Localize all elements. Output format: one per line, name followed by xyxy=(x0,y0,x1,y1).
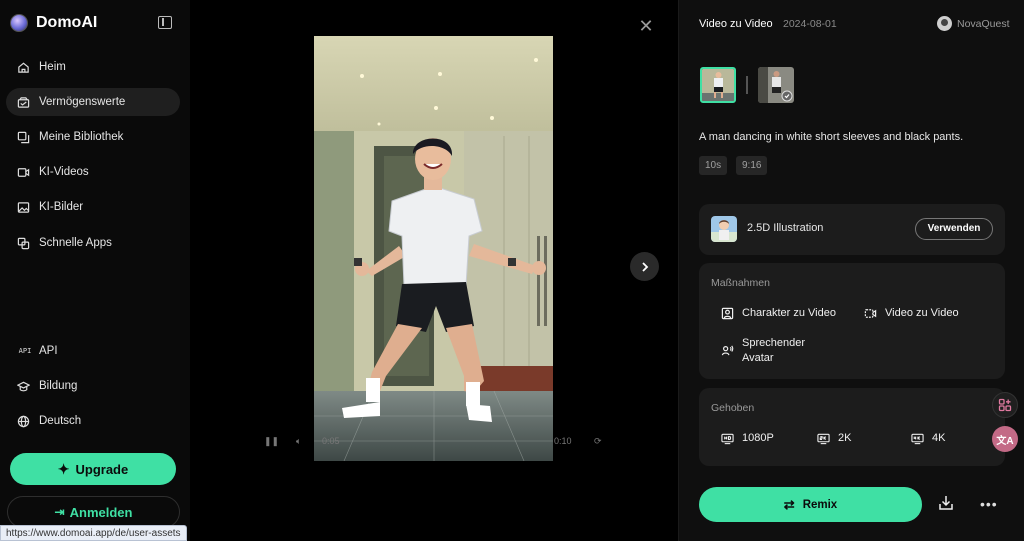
sidebar-item-label: Vermögenswerte xyxy=(39,96,126,108)
video-controls: ❚❚ 🔈︎ 0:05 0:10 ⟳ xyxy=(264,432,604,452)
sidebar-item-meine-bibliothek[interactable]: Meine Bibliothek xyxy=(6,123,180,151)
translate-icon[interactable]: 文A xyxy=(992,426,1018,452)
sidebar-item-label: Bildung xyxy=(39,380,78,392)
2k-icon xyxy=(817,433,830,445)
sidebar-item-ki-videos[interactable]: KI-Videos xyxy=(6,158,180,186)
style-card: 2.5D Illustration Verwenden xyxy=(699,204,1005,255)
sidebar-item-heim[interactable]: Heim xyxy=(6,53,180,81)
hd-icon xyxy=(721,433,734,445)
status-bar-url: https://www.domoai.app/de/user-assets xyxy=(0,525,187,541)
sidebar-item-api[interactable]: API API xyxy=(6,337,180,365)
source-thumbnail[interactable] xyxy=(758,67,794,103)
enhanced-title: Gehoben xyxy=(711,402,755,414)
sidebar-item-label: API xyxy=(39,345,58,357)
panel-date: 2024-08-01 xyxy=(783,18,837,30)
4k-icon xyxy=(911,433,924,445)
thumbnail-divider xyxy=(746,76,748,94)
result-thumbnail[interactable] xyxy=(700,67,736,103)
login-label: Anmelden xyxy=(69,504,133,520)
sidebar-item-label: Heim xyxy=(39,61,66,73)
upscale-label: 4K xyxy=(932,432,946,444)
details-panel: Video zu Video 2024-08-01 NovaQuest A ma… xyxy=(678,0,1024,541)
time-current: 0:05 xyxy=(322,436,340,446)
globe-icon xyxy=(17,415,30,428)
loop-icon[interactable]: ⟳ xyxy=(594,436,602,447)
video-preview[interactable] xyxy=(314,36,553,461)
action-label-line1: Sprechender xyxy=(742,337,805,349)
action-label-line2: Avatar xyxy=(742,352,774,364)
image-icon xyxy=(17,201,30,214)
next-arrow-icon[interactable] xyxy=(630,252,659,281)
upgrade-label: Upgrade xyxy=(75,461,129,477)
style-name: 2.5D Illustration xyxy=(747,222,824,234)
remix-label: Remix xyxy=(802,498,838,511)
sidebar: DomoAI Heim Vermögenswerte Meine Bibliot… xyxy=(0,0,190,541)
upscale-2k[interactable]: 2K xyxy=(817,431,851,446)
user-chip[interactable]: NovaQuest xyxy=(937,16,1010,31)
user-name: NovaQuest xyxy=(957,17,1010,30)
upscale-label: 2K xyxy=(838,432,852,444)
remix-button[interactable]: ⇄ Remix xyxy=(699,487,922,522)
upscale-label: 1080P xyxy=(742,432,774,444)
api-icon: API xyxy=(18,347,32,355)
video-viewer: ✕ ❚❚ 🔈︎ 0:05 0:10 ⟳ xyxy=(190,0,678,541)
video-icon xyxy=(17,166,30,179)
more-options-icon[interactable]: ••• xyxy=(980,496,998,512)
action-video-to-video[interactable]: Video zu Video xyxy=(864,306,959,321)
collapse-sidebar-icon[interactable] xyxy=(158,16,172,29)
apps-icon xyxy=(17,237,30,250)
action-label-multiline: Sprechender Avatar xyxy=(742,336,805,366)
sidebar-item-label: Deutsch xyxy=(39,415,82,427)
login-icon: ⇥ xyxy=(54,505,65,519)
sidebar-item-label: KI-Videos xyxy=(39,166,89,178)
pause-icon[interactable]: ❚❚ xyxy=(264,436,279,447)
actions-title: Maßnahmen xyxy=(711,277,770,289)
sidebar-item-bildung[interactable]: Bildung xyxy=(6,372,180,400)
use-style-button[interactable]: Verwenden xyxy=(915,218,993,240)
duration-chip: 10s xyxy=(699,156,728,175)
sidebar-item-label: Schnelle Apps xyxy=(39,237,112,249)
action-label: Video zu Video xyxy=(885,307,959,319)
brand[interactable]: DomoAI xyxy=(10,12,97,34)
aspect-ratio-chip: 9:16 xyxy=(736,156,768,175)
dancer-illustration xyxy=(314,36,553,461)
remix-icon: ⇄ xyxy=(783,496,795,512)
upscale-1080p[interactable]: 1080P xyxy=(721,431,774,446)
sidebar-item-label: KI-Bilder xyxy=(39,201,84,213)
close-icon[interactable]: ✕ xyxy=(638,17,654,35)
education-icon xyxy=(17,380,30,393)
video-to-video-icon xyxy=(864,309,877,318)
volume-icon[interactable]: 🔈︎ xyxy=(296,436,301,447)
login-button[interactable]: ⇥ Anmelden xyxy=(7,496,180,528)
talking-avatar-icon xyxy=(721,345,734,356)
domoai-logo-icon xyxy=(10,14,28,32)
sidebar-item-vermoegenswerte[interactable]: Vermögenswerte xyxy=(6,88,180,116)
action-label: Charakter zu Video xyxy=(742,307,836,319)
assets-icon xyxy=(17,96,30,109)
style-thumbnail xyxy=(711,216,737,242)
prompt-description: A man dancing in white short sleeves and… xyxy=(699,131,964,143)
upgrade-button[interactable]: ✦ Upgrade xyxy=(10,453,176,485)
avatar xyxy=(937,16,952,31)
sidebar-item-ki-bilder[interactable]: KI-Bilder xyxy=(6,193,180,221)
time-total: 0:10 xyxy=(554,436,572,446)
enhanced-card: Gehoben 1080P 2K 4K xyxy=(699,388,1005,466)
brand-name: DomoAI xyxy=(36,14,98,31)
action-talking-avatar[interactable]: Sprechender Avatar xyxy=(721,336,805,366)
upscale-4k[interactable]: 4K xyxy=(911,431,945,446)
panel-title: Video zu Video xyxy=(699,18,773,30)
sparkle-icon: ✦ xyxy=(57,460,70,477)
download-icon[interactable] xyxy=(937,494,957,514)
portrait-icon xyxy=(721,307,734,320)
widgets-icon[interactable] xyxy=(992,392,1018,418)
library-icon xyxy=(17,131,30,144)
sidebar-item-label: Meine Bibliothek xyxy=(39,131,124,143)
action-character-to-video[interactable]: Charakter zu Video xyxy=(721,306,836,321)
sidebar-item-deutsch[interactable]: Deutsch xyxy=(6,407,180,435)
sidebar-item-schnelle-apps[interactable]: Schnelle Apps xyxy=(6,229,180,257)
home-icon xyxy=(17,61,30,74)
actions-card: Maßnahmen Charakter zu Video Video zu Vi… xyxy=(699,263,1005,379)
